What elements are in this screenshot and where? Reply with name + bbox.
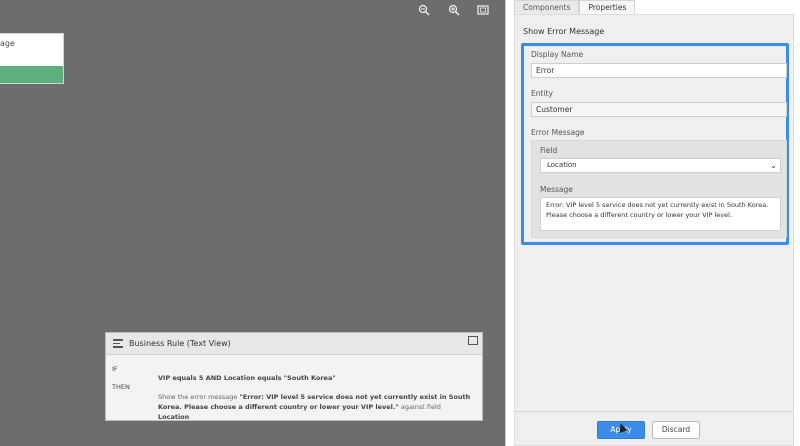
display-name-input[interactable]: Error	[531, 63, 787, 78]
discard-button[interactable]: Discard	[652, 421, 700, 439]
entity-label: Entity	[531, 89, 553, 98]
field-select-value: Location	[547, 161, 577, 169]
business-rule-title: Business Rule (Text View)	[129, 339, 231, 348]
message-textarea[interactable]: Error: VIP level 5 service does not yet …	[540, 197, 781, 231]
error-message-label: Error Message	[531, 128, 585, 137]
list-icon	[113, 339, 123, 348]
then-keyword: THEN	[112, 383, 130, 391]
rule-condition: VIP equals 5 AND Location equals "South …	[158, 374, 336, 382]
section-title: Show Error Message	[523, 27, 605, 36]
node-card-label: age	[0, 39, 15, 48]
panel-tabs: Components Properties	[514, 0, 636, 14]
display-name-label: Display Name	[531, 50, 584, 59]
fit-screen-icon[interactable]	[476, 4, 490, 18]
entity-input[interactable]: Customer	[531, 102, 787, 117]
expand-icon[interactable]	[468, 336, 478, 345]
rule-node-card[interactable]: age	[0, 33, 64, 84]
tab-properties[interactable]: Properties	[579, 0, 636, 14]
designer-canvas[interactable]: age Business Rule (Text View) IF VIP equ…	[0, 0, 505, 446]
zoom-in-icon[interactable]	[447, 4, 461, 18]
business-rule-header: Business Rule (Text View)	[106, 333, 482, 355]
chevron-down-icon: ⌄	[770, 161, 777, 170]
tab-components[interactable]: Components	[514, 0, 580, 14]
rule-action: Show the error message "Error: VIP level…	[158, 393, 471, 421]
right-panel: Components Properties Show Error Message…	[505, 0, 800, 446]
business-rule-text-view: Business Rule (Text View) IF VIP equals …	[105, 332, 483, 421]
message-label: Message	[540, 185, 573, 194]
if-keyword: IF	[112, 365, 118, 373]
panel-footer: Apply Discard	[515, 411, 793, 445]
field-label: Field	[540, 146, 558, 155]
properties-panel: Show Error Message Display Name Error En…	[514, 14, 794, 446]
node-card-bar	[0, 66, 63, 83]
properties-group: Display Name Error Entity Customer Error…	[521, 43, 789, 245]
zoom-out-icon[interactable]	[417, 4, 431, 18]
error-message-box: Field Location ⌄ Message Error: VIP leve…	[531, 140, 787, 238]
field-select[interactable]: Location ⌄	[540, 158, 781, 173]
